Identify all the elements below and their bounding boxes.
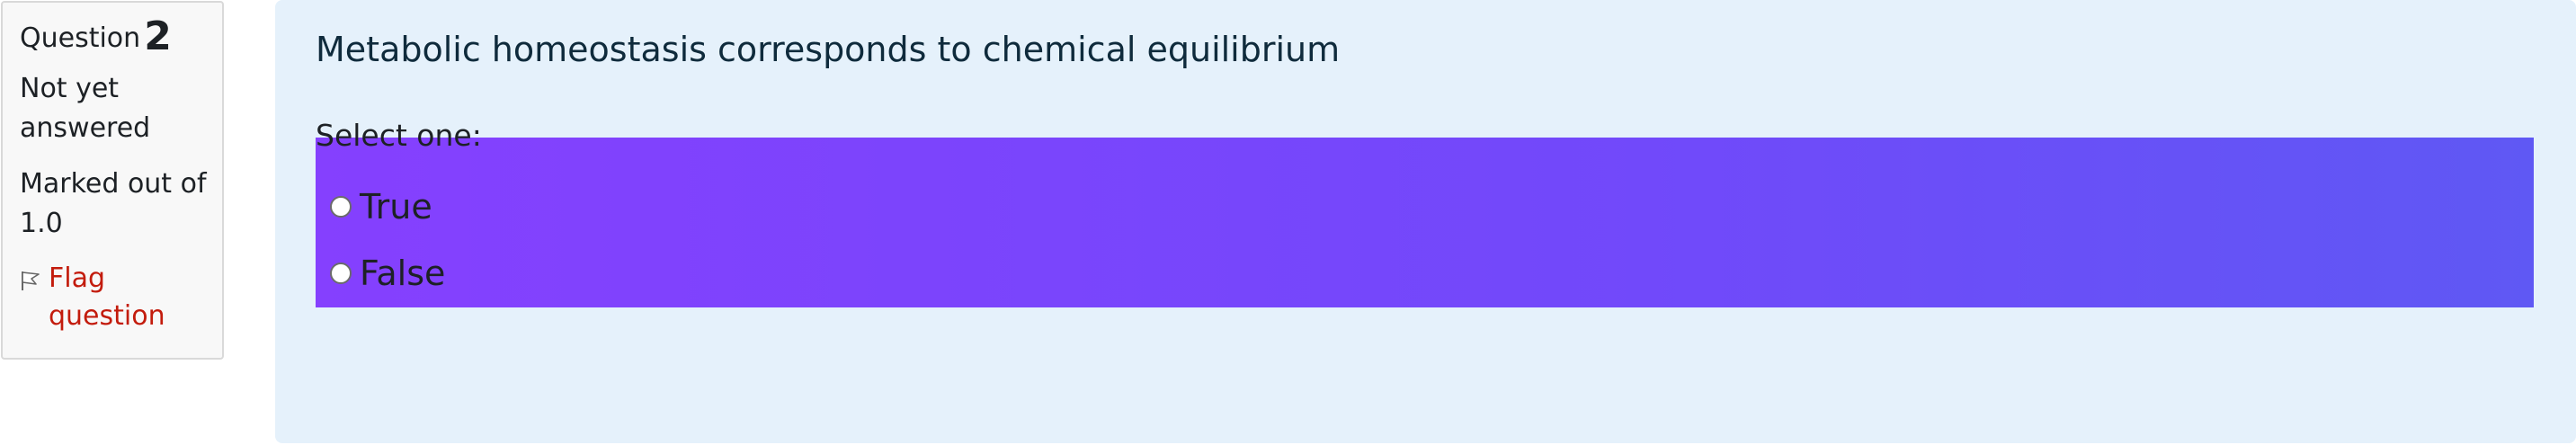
question-number-heading: Question2 bbox=[20, 17, 222, 57]
question-label: Question bbox=[20, 22, 141, 54]
question-status: Not yet answered bbox=[20, 73, 151, 144]
flag-icon bbox=[22, 271, 40, 290]
question-content-panel: Metabolic homeostasis corresponds to che… bbox=[275, 0, 2576, 443]
answer-prompt: Select one: bbox=[316, 118, 482, 153]
option-false-radio[interactable] bbox=[330, 263, 352, 284]
question-number: 2 bbox=[144, 13, 172, 59]
option-true[interactable]: True bbox=[330, 186, 432, 227]
option-true-label: True bbox=[360, 187, 432, 227]
question-text: Metabolic homeostasis corresponds to che… bbox=[316, 30, 1341, 69]
option-false-label: False bbox=[360, 254, 446, 293]
flag-question-link[interactable]: Flag question bbox=[20, 260, 222, 335]
question-marks: Marked out of 1.0 bbox=[20, 168, 207, 239]
flag-question-label: Flag question bbox=[49, 263, 165, 332]
quiz-page: Question2 Not yet answered Marked out of… bbox=[0, 0, 2576, 445]
option-false[interactable]: False bbox=[330, 253, 445, 294]
question-info-panel: Question2 Not yet answered Marked out of… bbox=[1, 1, 224, 360]
option-true-radio[interactable] bbox=[330, 196, 352, 218]
answer-options: True False bbox=[316, 138, 2534, 307]
